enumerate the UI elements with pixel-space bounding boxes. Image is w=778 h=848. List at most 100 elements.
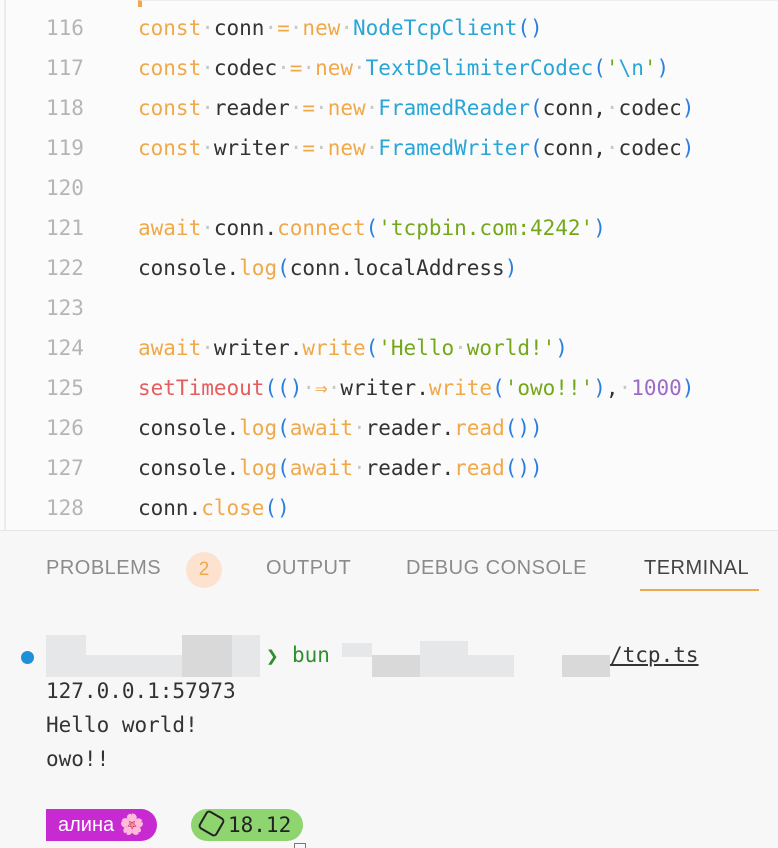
code-token: console. — [138, 256, 240, 280]
code-token: · — [353, 56, 366, 80]
code-text: conn.close() — [138, 488, 290, 528]
code-token: · — [201, 16, 214, 40]
prompt-arrow-icon: ❯ — [266, 644, 279, 668]
tab-terminal[interactable]: TERMINAL — [644, 557, 749, 580]
code-token: new — [302, 16, 341, 40]
code-token: = — [289, 56, 303, 80]
line-number: 118 — [46, 96, 84, 120]
line-number: 122 — [46, 256, 84, 280]
tab-debug-console[interactable]: DEBUG CONSOLE — [406, 557, 587, 580]
code-token: conn. — [213, 216, 278, 240]
code-token: reader. — [365, 416, 455, 440]
line-number: 125 — [46, 376, 84, 400]
code-token: const — [138, 56, 202, 80]
code-token: conn. — [138, 496, 202, 520]
code-token: ) — [593, 376, 606, 400]
line-number: 119 — [46, 136, 84, 160]
code-token: writer — [213, 136, 290, 160]
code-token: await — [138, 216, 202, 240]
code-token: new — [327, 136, 366, 160]
tab-output[interactable]: OUTPUT — [266, 557, 351, 580]
code-line[interactable]: 118 const·reader·=·new·FramedReader(conn,… — [0, 88, 778, 128]
code-text: console.log(conn.localAddress) — [138, 248, 517, 288]
code-text: await·conn.connect('tcpbin.com:4242') — [138, 208, 606, 248]
terminal-output-line: 127.0.0.1:57973 — [46, 679, 236, 703]
code-token: ()) — [504, 416, 543, 440]
terminal-output-line: Hello world! — [46, 713, 198, 737]
code-token: (() — [264, 376, 303, 400]
node-version: 18.12 — [228, 813, 292, 837]
active-tab-indicator — [640, 589, 759, 591]
code-token: const — [138, 96, 202, 120]
code-line[interactable]: 122 console.log(conn.localAddress) — [0, 248, 778, 288]
terminal-file-path[interactable]: /tcp.ts — [610, 643, 699, 667]
line-number: 124 — [46, 336, 84, 360]
code-line[interactable]: 119 const·writer·=·new·FramedWriter(conn,… — [0, 128, 778, 168]
code-line[interactable]: 126 console.log(await·reader.read()) — [0, 408, 778, 448]
code-token: · — [201, 56, 214, 80]
code-text: console.log(await·reader.read()) — [138, 448, 543, 488]
redacted-block — [562, 655, 610, 677]
code-text: const·reader·=·new·FramedReader(conn,·co… — [138, 88, 694, 128]
problems-count-badge: 2 — [186, 552, 222, 588]
code-token: const — [138, 136, 202, 160]
code-line[interactable]: 116 const·conn·=·new·NodeTcpClient() — [0, 8, 778, 48]
line-number: 120 — [46, 176, 84, 200]
code-token: ) — [681, 96, 695, 120]
code-token: ) — [656, 56, 670, 80]
code-token: · — [315, 136, 328, 160]
blue-dot-icon — [21, 651, 34, 664]
code-token: ( — [277, 256, 290, 280]
redacted-block — [372, 655, 420, 677]
code-line[interactable]: 123 — [0, 288, 778, 328]
code-line[interactable]: 120 — [0, 168, 778, 208]
code-token: TextDelimiterCodec — [365, 56, 594, 80]
node-version-segment: 18.12 — [191, 809, 304, 841]
code-token: = — [302, 136, 316, 160]
code-token: 1000 — [631, 376, 682, 400]
code-line[interactable]: 127 console.log(await·reader.read()) — [0, 448, 778, 488]
code-token: · — [264, 16, 278, 40]
code-token: = — [302, 96, 316, 120]
line-number: 128 — [46, 496, 84, 520]
code-text: const·conn·=·new·NodeTcpClient() — [138, 8, 543, 48]
code-token: ( — [365, 336, 379, 360]
code-token: NodeTcpClient — [353, 16, 518, 40]
code-token: · — [315, 96, 328, 120]
code-token: reader — [213, 96, 290, 120]
code-token: ( — [365, 216, 379, 240]
code-token: write — [302, 336, 366, 360]
code-token: · — [302, 56, 316, 80]
code-token: 'tcpbin.com:4242' — [378, 216, 594, 240]
code-line[interactable]: 121 await·conn.connect('tcpbin.com:4242') — [0, 208, 778, 248]
redacted-block — [342, 643, 372, 657]
code-token: codec — [213, 56, 278, 80]
code-token: · — [327, 376, 341, 400]
code-token: conn, — [542, 96, 606, 120]
line-number: 117 — [46, 56, 84, 80]
line-number: 126 — [46, 416, 84, 440]
code-token: ( — [530, 136, 543, 160]
code-token: · — [365, 96, 379, 120]
code-token: close — [201, 496, 265, 520]
terminal-output-line: owo!! — [46, 747, 110, 771]
tab-problems[interactable]: PROBLEMS — [46, 557, 161, 580]
code-line[interactable]: 124 await·writer.write('Hello·world!') — [0, 328, 778, 368]
code-token: await — [289, 416, 353, 440]
code-text: setTimeout(()·⇒·writer.write('owo!!'),·1… — [138, 368, 694, 408]
code-token: 'owo!!' — [504, 376, 594, 400]
code-text: const·codec·=·new·TextDelimiterCodec('\n… — [138, 48, 669, 88]
code-token: console. — [138, 456, 240, 480]
user-prompt-segment: алина 🌸 — [46, 809, 157, 841]
code-token: ()) — [504, 456, 543, 480]
code-editor[interactable]: 116 const·conn·=·new·NodeTcpClient() 117 co… — [0, 0, 778, 530]
code-line[interactable]: 125 setTimeout(()·⇒·writer.write('owo!!')… — [0, 368, 778, 408]
code-line[interactable]: 117 const·codec·=·new·TextDelimiterCodec(… — [0, 48, 778, 88]
code-token: ( — [492, 376, 505, 400]
code-text: const·writer·=·new·FramedWriter(conn,·co… — [138, 128, 694, 168]
code-token: write — [428, 376, 493, 400]
code-token: () — [264, 496, 290, 520]
line-number: 127 — [46, 456, 84, 480]
code-line[interactable]: 128 conn.close() — [0, 488, 778, 528]
code-token: await — [138, 336, 202, 360]
